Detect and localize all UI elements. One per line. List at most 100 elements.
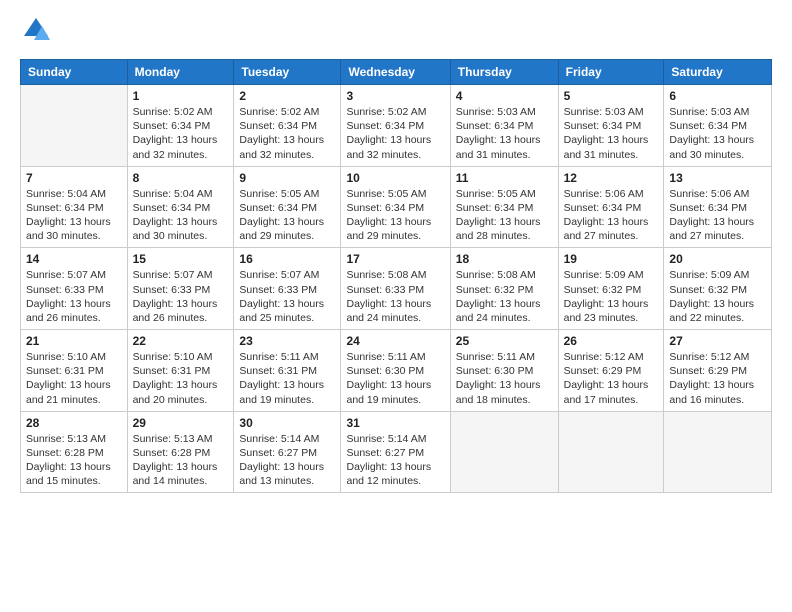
calendar-header-wednesday: Wednesday bbox=[341, 60, 450, 85]
day-info: Sunrise: 5:08 AM Sunset: 6:32 PM Dayligh… bbox=[456, 268, 553, 325]
calendar-week-3: 14 Sunrise: 5:07 AM Sunset: 6:33 PM Dayli… bbox=[21, 248, 772, 330]
day-number: 19 bbox=[564, 252, 659, 266]
day-number: 21 bbox=[26, 334, 122, 348]
day-number: 28 bbox=[26, 416, 122, 430]
day-info: Sunrise: 5:08 AM Sunset: 6:33 PM Dayligh… bbox=[346, 268, 444, 325]
calendar-cell: 14 Sunrise: 5:07 AM Sunset: 6:33 PM Dayli… bbox=[21, 248, 128, 330]
day-info: Sunrise: 5:12 AM Sunset: 6:29 PM Dayligh… bbox=[564, 350, 659, 407]
day-info: Sunrise: 5:02 AM Sunset: 6:34 PM Dayligh… bbox=[239, 105, 335, 162]
day-info: Sunrise: 5:11 AM Sunset: 6:30 PM Dayligh… bbox=[456, 350, 553, 407]
calendar-cell: 25 Sunrise: 5:11 AM Sunset: 6:30 PM Dayli… bbox=[450, 330, 558, 412]
calendar-cell bbox=[558, 411, 664, 493]
calendar-cell: 29 Sunrise: 5:13 AM Sunset: 6:28 PM Dayli… bbox=[127, 411, 234, 493]
day-number: 11 bbox=[456, 171, 553, 185]
day-number: 29 bbox=[133, 416, 229, 430]
calendar-cell: 30Sunrise: 5:14 AM Sunset: 6:27 PM Dayli… bbox=[234, 411, 341, 493]
day-info: Sunrise: 5:03 AM Sunset: 6:34 PM Dayligh… bbox=[456, 105, 553, 162]
day-number: 3 bbox=[346, 89, 444, 103]
calendar-cell: 31 Sunrise: 5:14 AM Sunset: 6:27 PM Dayli… bbox=[341, 411, 450, 493]
day-number: 4 bbox=[456, 89, 553, 103]
day-info: Sunrise: 5:07 AM Sunset: 6:33 PM Dayligh… bbox=[26, 268, 122, 325]
day-number: 30 bbox=[239, 416, 335, 430]
calendar-cell: 2 Sunrise: 5:02 AM Sunset: 6:34 PM Daylig… bbox=[234, 85, 341, 167]
day-info: Sunrise: 5:09 AM Sunset: 6:32 PM Dayligh… bbox=[564, 268, 659, 325]
day-number: 16 bbox=[239, 252, 335, 266]
day-number: 7 bbox=[26, 171, 122, 185]
day-number: 6 bbox=[669, 89, 766, 103]
calendar-cell: 4 Sunrise: 5:03 AM Sunset: 6:34 PM Daylig… bbox=[450, 85, 558, 167]
calendar-header-thursday: Thursday bbox=[450, 60, 558, 85]
header bbox=[20, 18, 772, 49]
calendar-cell: 22 Sunrise: 5:10 AM Sunset: 6:31 PM Dayli… bbox=[127, 330, 234, 412]
day-info: Sunrise: 5:13 AM Sunset: 6:28 PM Dayligh… bbox=[26, 432, 122, 489]
calendar-header-saturday: Saturday bbox=[664, 60, 772, 85]
day-number: 26 bbox=[564, 334, 659, 348]
calendar-cell: 21Sunrise: 5:10 AM Sunset: 6:31 PM Dayli… bbox=[21, 330, 128, 412]
calendar-header-monday: Monday bbox=[127, 60, 234, 85]
logo-icon bbox=[22, 16, 50, 49]
day-number: 15 bbox=[133, 252, 229, 266]
calendar-cell: 16 Sunrise: 5:07 AM Sunset: 6:33 PM Dayli… bbox=[234, 248, 341, 330]
day-info: Sunrise: 5:03 AM Sunset: 6:34 PM Dayligh… bbox=[564, 105, 659, 162]
day-info: Sunrise: 5:05 AM Sunset: 6:34 PM Dayligh… bbox=[456, 187, 553, 244]
calendar-cell: 7 Sunrise: 5:04 AM Sunset: 6:34 PM Daylig… bbox=[21, 166, 128, 248]
day-number: 12 bbox=[564, 171, 659, 185]
day-number: 2 bbox=[239, 89, 335, 103]
day-info: Sunrise: 5:03 AM Sunset: 6:34 PM Dayligh… bbox=[669, 105, 766, 162]
day-number: 13 bbox=[669, 171, 766, 185]
calendar-cell: 28 Sunrise: 5:13 AM Sunset: 6:28 PM Dayli… bbox=[21, 411, 128, 493]
calendar-cell: 19 Sunrise: 5:09 AM Sunset: 6:32 PM Dayli… bbox=[558, 248, 664, 330]
day-info: Sunrise: 5:04 AM Sunset: 6:34 PM Dayligh… bbox=[133, 187, 229, 244]
day-number: 17 bbox=[346, 252, 444, 266]
logo bbox=[20, 18, 50, 49]
day-info: Sunrise: 5:04 AM Sunset: 6:34 PM Dayligh… bbox=[26, 187, 122, 244]
calendar-cell: 6 Sunrise: 5:03 AM Sunset: 6:34 PM Daylig… bbox=[664, 85, 772, 167]
day-info: Sunrise: 5:07 AM Sunset: 6:33 PM Dayligh… bbox=[239, 268, 335, 325]
calendar-cell: 11 Sunrise: 5:05 AM Sunset: 6:34 PM Dayli… bbox=[450, 166, 558, 248]
calendar-cell: 3 Sunrise: 5:02 AM Sunset: 6:34 PM Daylig… bbox=[341, 85, 450, 167]
day-number: 22 bbox=[133, 334, 229, 348]
day-info: Sunrise: 5:13 AM Sunset: 6:28 PM Dayligh… bbox=[133, 432, 229, 489]
calendar-week-5: 28 Sunrise: 5:13 AM Sunset: 6:28 PM Dayli… bbox=[21, 411, 772, 493]
calendar-cell bbox=[21, 85, 128, 167]
calendar-cell: 9Sunrise: 5:05 AM Sunset: 6:34 PM Daylig… bbox=[234, 166, 341, 248]
calendar-cell: 23Sunrise: 5:11 AM Sunset: 6:31 PM Dayli… bbox=[234, 330, 341, 412]
calendar-cell: 20Sunrise: 5:09 AM Sunset: 6:32 PM Dayli… bbox=[664, 248, 772, 330]
calendar-cell: 17 Sunrise: 5:08 AM Sunset: 6:33 PM Dayli… bbox=[341, 248, 450, 330]
day-info: Sunrise: 5:06 AM Sunset: 6:34 PM Dayligh… bbox=[669, 187, 766, 244]
day-number: 10 bbox=[346, 171, 444, 185]
calendar-cell: 24 Sunrise: 5:11 AM Sunset: 6:30 PM Dayli… bbox=[341, 330, 450, 412]
page: SundayMondayTuesdayWednesdayThursdayFrid… bbox=[0, 0, 792, 612]
day-number: 27 bbox=[669, 334, 766, 348]
day-info: Sunrise: 5:05 AM Sunset: 6:34 PM Dayligh… bbox=[346, 187, 444, 244]
day-number: 25 bbox=[456, 334, 553, 348]
day-info: Sunrise: 5:11 AM Sunset: 6:31 PM Dayligh… bbox=[239, 350, 335, 407]
day-info: Sunrise: 5:02 AM Sunset: 6:34 PM Dayligh… bbox=[133, 105, 229, 162]
calendar-cell: 5Sunrise: 5:03 AM Sunset: 6:34 PM Daylig… bbox=[558, 85, 664, 167]
calendar-cell: 10 Sunrise: 5:05 AM Sunset: 6:34 PM Dayli… bbox=[341, 166, 450, 248]
calendar-cell: 1 Sunrise: 5:02 AM Sunset: 6:34 PM Daylig… bbox=[127, 85, 234, 167]
calendar-cell: 13 Sunrise: 5:06 AM Sunset: 6:34 PM Dayli… bbox=[664, 166, 772, 248]
calendar-cell bbox=[450, 411, 558, 493]
calendar-cell bbox=[664, 411, 772, 493]
day-number: 24 bbox=[346, 334, 444, 348]
day-info: Sunrise: 5:11 AM Sunset: 6:30 PM Dayligh… bbox=[346, 350, 444, 407]
calendar-cell: 27 Sunrise: 5:12 AM Sunset: 6:29 PM Dayli… bbox=[664, 330, 772, 412]
calendar-cell: 12 Sunrise: 5:06 AM Sunset: 6:34 PM Dayli… bbox=[558, 166, 664, 248]
day-info: Sunrise: 5:14 AM Sunset: 6:27 PM Dayligh… bbox=[346, 432, 444, 489]
day-info: Sunrise: 5:06 AM Sunset: 6:34 PM Dayligh… bbox=[564, 187, 659, 244]
day-number: 18 bbox=[456, 252, 553, 266]
day-info: Sunrise: 5:10 AM Sunset: 6:31 PM Dayligh… bbox=[133, 350, 229, 407]
calendar-header-friday: Friday bbox=[558, 60, 664, 85]
day-number: 14 bbox=[26, 252, 122, 266]
day-number: 20 bbox=[669, 252, 766, 266]
day-info: Sunrise: 5:12 AM Sunset: 6:29 PM Dayligh… bbox=[669, 350, 766, 407]
day-info: Sunrise: 5:02 AM Sunset: 6:34 PM Dayligh… bbox=[346, 105, 444, 162]
day-number: 31 bbox=[346, 416, 444, 430]
calendar-header-row: SundayMondayTuesdayWednesdayThursdayFrid… bbox=[21, 60, 772, 85]
calendar-header-tuesday: Tuesday bbox=[234, 60, 341, 85]
calendar-header-sunday: Sunday bbox=[21, 60, 128, 85]
day-info: Sunrise: 5:05 AM Sunset: 6:34 PM Dayligh… bbox=[239, 187, 335, 244]
day-number: 8 bbox=[133, 171, 229, 185]
day-number: 1 bbox=[133, 89, 229, 103]
